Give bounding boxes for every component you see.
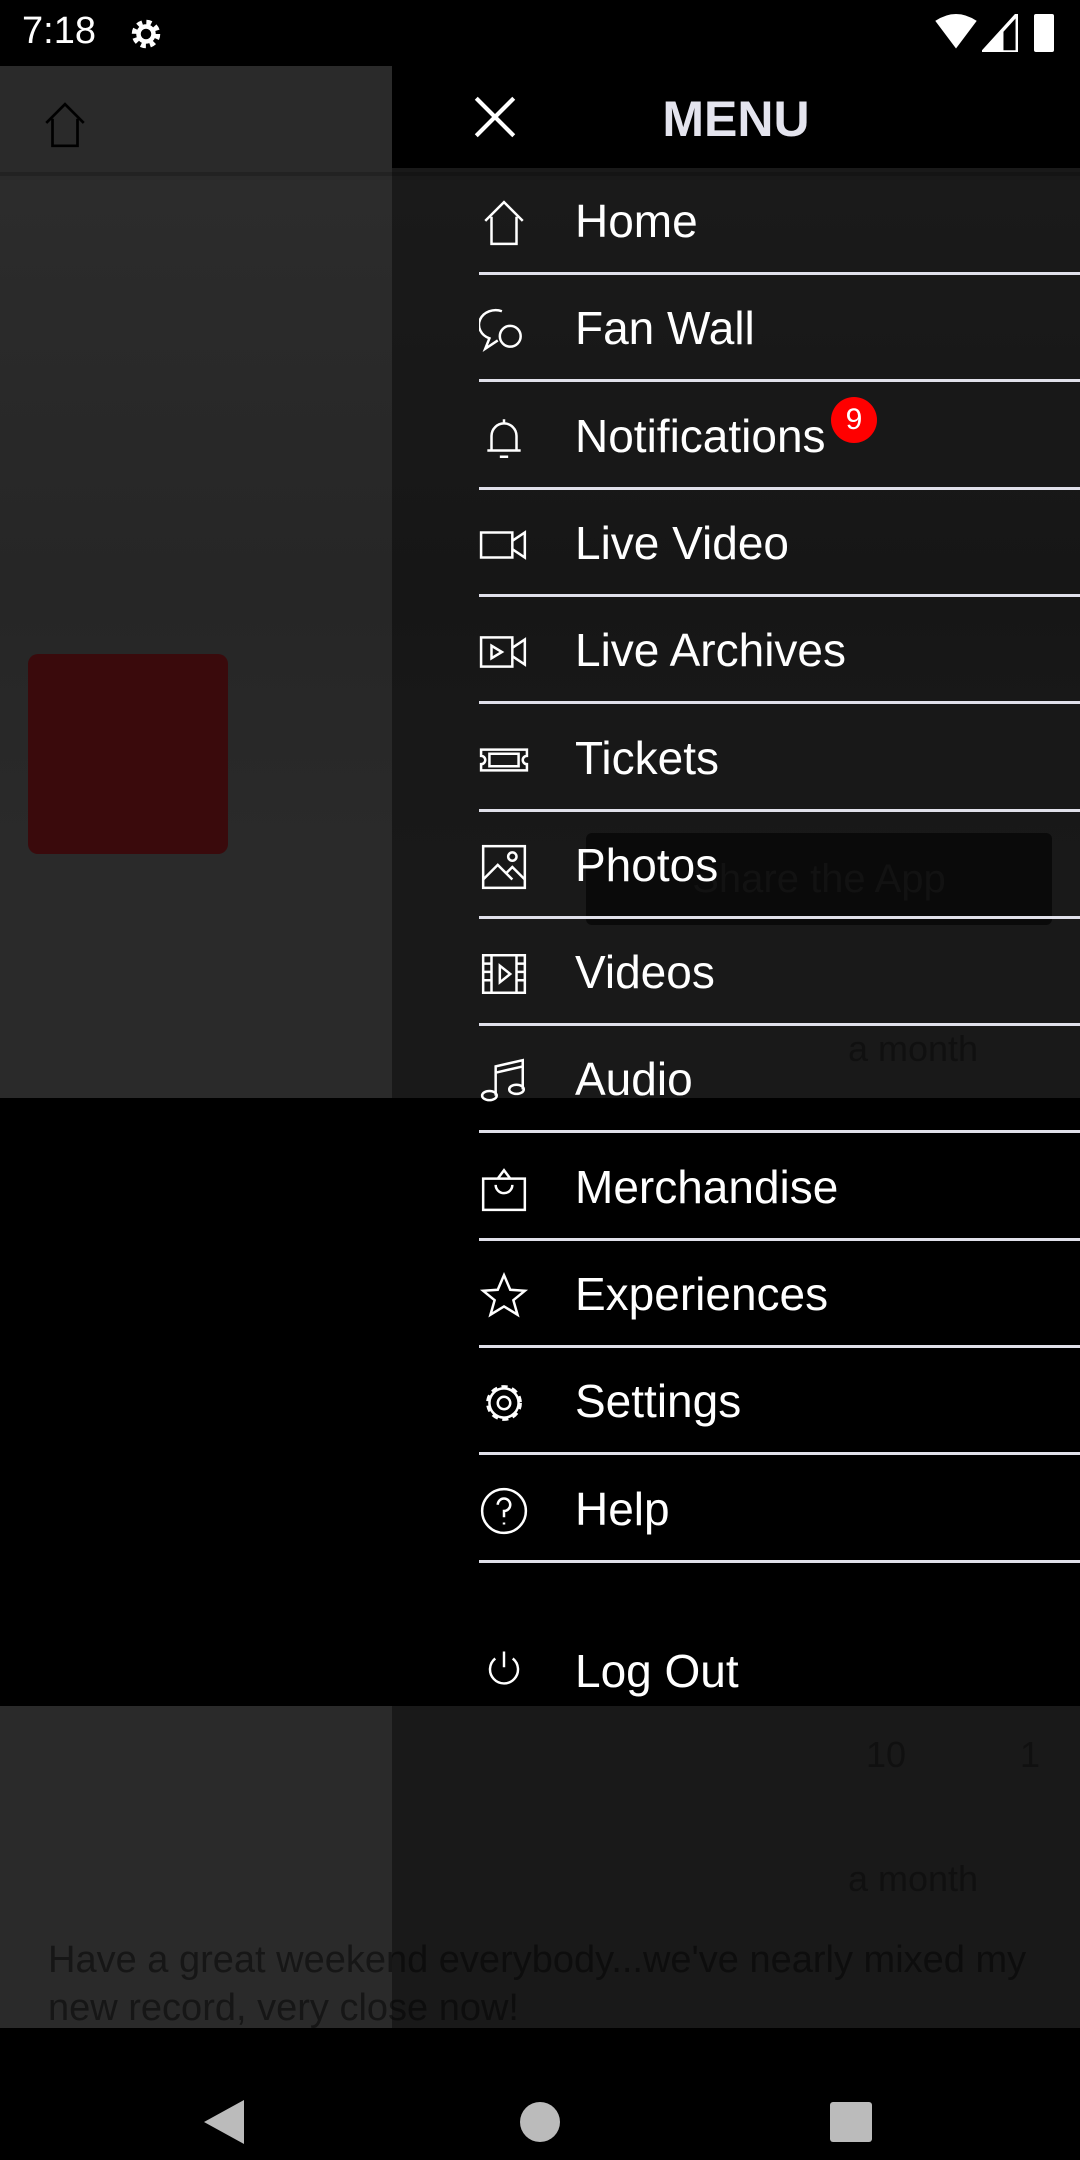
menu-item-videos[interactable]: Videos — [479, 919, 1080, 1027]
logout-item[interactable]: Log Out — [479, 1620, 1080, 1720]
menu-item-live-archives[interactable]: Live Archives — [479, 597, 1080, 705]
menu-item-label: Settings — [575, 1375, 742, 1428]
menu-item-label: Merchandise — [575, 1160, 839, 1213]
close-icon[interactable] — [470, 92, 520, 142]
menu-item-label: Help — [575, 1482, 670, 1535]
menu-item-merchandise[interactable]: Merchandise — [479, 1134, 1080, 1241]
notification-badge: 9 — [831, 396, 877, 443]
star-icon — [479, 1271, 529, 1318]
logout-label: Log Out — [575, 1645, 739, 1697]
status-bar: 7:18 — [0, 0, 1080, 66]
menu-item-notifications[interactable]: Notifications 9 — [479, 383, 1080, 490]
system-nav-bar — [0, 2028, 1080, 2160]
menu-item-help[interactable]: Help — [479, 1456, 1080, 1563]
menu-item-fan-wall[interactable]: Fan Wall — [479, 275, 1080, 383]
menu-item-label: Experiences — [575, 1268, 829, 1320]
menu-item-label: Live Video — [575, 516, 789, 569]
wifi-icon — [935, 14, 977, 49]
menu-item-label: Live Archives — [575, 624, 847, 677]
chat-bubbles-icon — [479, 309, 522, 353]
artist-avatar — [28, 654, 228, 854]
settings-status-icon — [131, 19, 161, 49]
menu-item-settings[interactable]: Settings — [479, 1348, 1080, 1456]
menu-item-label: Notifications — [575, 409, 826, 462]
help-circle-icon — [480, 1487, 528, 1534]
image-icon — [481, 844, 527, 889]
ticket-icon — [479, 747, 529, 772]
menu-item-label: Tickets — [575, 731, 719, 784]
bell-icon — [487, 418, 521, 458]
menu-item-photos[interactable]: Photos — [479, 812, 1080, 919]
recents-icon[interactable] — [830, 2102, 872, 2142]
shopping-bag-icon — [481, 1167, 527, 1211]
power-icon — [488, 1651, 520, 1685]
menu-item-label: Fan Wall — [575, 302, 755, 355]
menu-item-label: Videos — [575, 946, 715, 999]
home-nav-icon[interactable] — [520, 2102, 560, 2142]
menu-item-home[interactable]: Home — [479, 168, 1080, 275]
menu-item-experiences[interactable]: Experiences — [479, 1241, 1080, 1348]
gear-icon — [486, 1385, 522, 1422]
back-icon[interactable] — [204, 2100, 244, 2144]
battery-icon — [1034, 14, 1054, 52]
menu-item-label: Home — [575, 195, 698, 247]
music-note-icon — [480, 1058, 526, 1102]
video-camera-icon — [479, 530, 527, 560]
menu-item-label: Photos — [575, 838, 719, 891]
home-icon — [484, 200, 524, 246]
menu-item-audio[interactable]: Audio — [479, 1026, 1080, 1134]
home-icon[interactable] — [40, 100, 90, 150]
film-icon — [481, 954, 527, 995]
video-archive-icon — [479, 636, 527, 669]
signal-icon — [982, 14, 1018, 52]
menu-item-tickets[interactable]: Tickets — [479, 705, 1080, 812]
menu-item-live-video[interactable]: Live Video — [479, 490, 1080, 597]
menu-item-label: Audio — [575, 1053, 693, 1106]
status-time: 7:18 — [22, 10, 96, 52]
